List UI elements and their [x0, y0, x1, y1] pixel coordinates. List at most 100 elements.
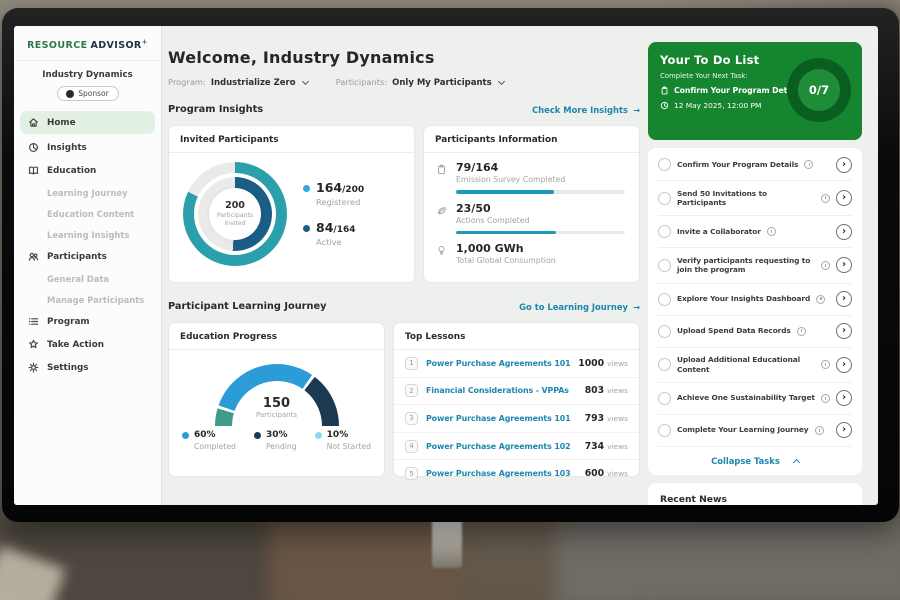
task-row[interactable]: Verify participants requesting to join t… [658, 248, 852, 283]
gauge-center: 150 Participants [169, 396, 384, 419]
sponsor-badge: Sponsor [57, 86, 119, 101]
task-checkbox[interactable] [658, 259, 671, 272]
sidebar-item-label: Insights [47, 143, 87, 153]
task-go-button[interactable]: › [836, 157, 852, 173]
sidebar-item-home[interactable]: Home [20, 111, 155, 134]
task-go-button[interactable]: › [836, 257, 852, 273]
views-suffix: views [607, 442, 628, 451]
lesson-rank: 3 [405, 412, 418, 425]
collapse-tasks-link[interactable]: Collapse Tasks [658, 447, 852, 471]
donut-center: 200 Participants Invited [209, 188, 261, 240]
clock-icon [821, 394, 830, 403]
lesson-link[interactable]: Power Purchase Agreements 101 [426, 359, 578, 368]
task-row[interactable]: Upload Spend Data Records › [658, 316, 852, 348]
sidebar-item-education-content[interactable]: Education Content [14, 203, 161, 224]
task-checkbox[interactable] [658, 424, 671, 437]
stat-value: 1,000 GWh [456, 242, 556, 255]
home-icon [28, 117, 39, 128]
clock-icon [821, 261, 830, 270]
task-go-button[interactable]: › [836, 390, 852, 406]
todo-due-date: 12 May 2025, 12:00 PM [674, 101, 761, 110]
program-filter[interactable]: Program:Industrialize Zero [168, 77, 308, 88]
stat-row: 1,000 GWh Total Global Consumption [436, 242, 627, 265]
gauge-center-value: 150 [169, 396, 384, 411]
task-label: Complete Your Learning Journey [677, 425, 809, 435]
lesson-link[interactable]: Power Purchase Agreements 102 [426, 442, 585, 451]
task-checkbox[interactable] [658, 358, 671, 371]
task-go-button[interactable]: › [836, 323, 852, 339]
task-checkbox[interactable] [658, 158, 671, 171]
legend-label: Completed [194, 442, 236, 451]
program-insights-header: Program Insights Check More Insights→ [168, 104, 640, 115]
task-go-button[interactable]: › [836, 291, 852, 307]
todo-progress-ring: 0/7 [787, 58, 851, 122]
sidebar-item-take-action[interactable]: Take Action [14, 333, 161, 356]
task-checkbox[interactable] [658, 325, 671, 338]
sidebar-item-insights[interactable]: Insights [14, 136, 161, 159]
link-label: Check More Insights [532, 105, 628, 115]
sidebar-item-program[interactable]: Program [14, 310, 161, 333]
participants-filter-value: Only My Participants [392, 78, 492, 88]
insights-icon [28, 142, 39, 153]
card-title: Invited Participants [169, 126, 414, 153]
sidebar-item-participants[interactable]: Participants [14, 245, 161, 268]
sidebar-item-education[interactable]: Education [14, 159, 161, 182]
sidebar-item-label: Participants [47, 252, 107, 262]
todo-tasks-card: Confirm Your Program Details › Send 50 I… [648, 148, 862, 475]
progress-track [456, 190, 625, 194]
lesson-link[interactable]: Financial Considerations - VPPAs [426, 386, 585, 395]
go-to-learning-journey-link[interactable]: Go to Learning Journey→ [519, 302, 640, 312]
lesson-link[interactable]: Power Purchase Agreements 103 [426, 469, 585, 478]
sidebar-item-learning-journey[interactable]: Learning Journey [14, 182, 161, 203]
sidebar-item-label: General Data [47, 274, 109, 284]
learning-cards-row: Education Progress 150 Participants 60% … [168, 322, 640, 477]
task-row[interactable]: Explore Your Insights Dashboard › [658, 284, 852, 316]
task-row[interactable]: Invite a Collaborator › [658, 216, 852, 248]
clock-icon [660, 101, 669, 110]
task-checkbox[interactable] [658, 293, 671, 306]
sidebar-item-label: Program [47, 317, 90, 327]
sidebar-item-general-data[interactable]: General Data [14, 268, 161, 289]
chevron-right-icon: › [842, 259, 846, 270]
task-go-button[interactable]: › [836, 190, 852, 206]
chevron-right-icon: › [842, 325, 846, 336]
sidebar-item-label: Education [47, 166, 96, 176]
legend-value: 164 [316, 180, 342, 195]
task-label: Explore Your Insights Dashboard [677, 294, 810, 304]
views-suffix: views [607, 414, 628, 423]
task-checkbox[interactable] [658, 225, 671, 238]
lesson-row: 1 Power Purchase Agreements 101 1000view… [394, 350, 639, 378]
sidebar-item-learning-insights[interactable]: Learning Insights [14, 224, 161, 245]
stat-value: 79/164 [456, 161, 565, 174]
brand-logo: RESOURCEADVISOR+ [14, 38, 161, 61]
task-row[interactable]: Send 50 Invitations to Participants › [658, 181, 852, 216]
clock-icon [816, 295, 825, 304]
lesson-link[interactable]: Power Purchase Agreements 101 [426, 414, 585, 423]
clipboard-icon [660, 86, 669, 95]
task-label: Invite a Collaborator [677, 227, 761, 237]
arrow-right-icon: → [633, 302, 640, 312]
sidebar-item-label: Home [47, 118, 76, 128]
task-go-button[interactable]: › [836, 357, 852, 373]
invited-participants-card: Invited Participants 200 Participants In… [168, 125, 415, 283]
task-row[interactable]: Complete Your Learning Journey › [658, 415, 852, 447]
task-go-button[interactable]: › [836, 422, 852, 438]
task-row[interactable]: Confirm Your Program Details › [658, 149, 852, 181]
task-checkbox[interactable] [658, 192, 671, 205]
check-more-insights-link[interactable]: Check More Insights→ [532, 105, 640, 115]
participants-filter[interactable]: Participants:Only My Participants [336, 77, 504, 88]
task-row[interactable]: Upload Additional Educational Content › [658, 348, 852, 383]
lesson-row: 3 Power Purchase Agreements 101 793views [394, 405, 639, 433]
clock-icon [815, 426, 824, 435]
sidebar-item-label: Learning Insights [47, 230, 129, 240]
legend-item: 30% Pending [254, 430, 297, 451]
task-checkbox[interactable] [658, 392, 671, 405]
sidebar-item-label: Settings [47, 363, 89, 373]
sidebar-item-settings[interactable]: Settings [14, 356, 161, 379]
donut-center-value: 200 [225, 200, 245, 211]
task-row[interactable]: Achieve One Sustainability Target › [658, 383, 852, 415]
task-go-button[interactable]: › [836, 224, 852, 240]
clock-icon [821, 360, 830, 369]
legend-dot [303, 225, 310, 232]
sidebar-item-manage-participants[interactable]: Manage Participants [14, 289, 161, 310]
